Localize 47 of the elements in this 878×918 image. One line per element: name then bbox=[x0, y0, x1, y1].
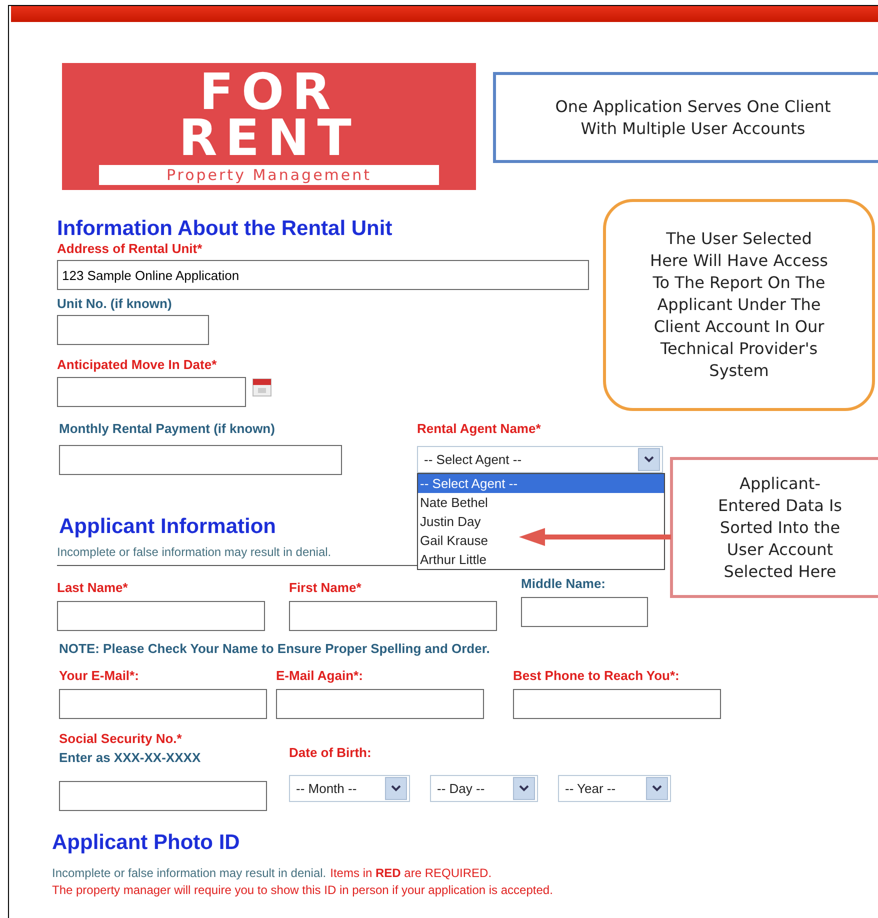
field-label: Rental Agent Name* bbox=[417, 421, 541, 436]
field-label: Best Phone to Reach You*: bbox=[513, 668, 680, 683]
dropdown-select[interactable]: -- Month -- bbox=[289, 775, 410, 802]
contact-input[interactable] bbox=[513, 689, 721, 719]
notice-text: Items in RED are REQUIRED. bbox=[330, 866, 492, 880]
field-label: Last Name* bbox=[57, 580, 128, 595]
calendar-icon[interactable] bbox=[252, 377, 272, 397]
payment-input[interactable] bbox=[59, 445, 342, 475]
address-input[interactable]: 123 Sample Online Application bbox=[57, 260, 589, 290]
caret-icon bbox=[638, 448, 660, 471]
field-label: Middle Name: bbox=[521, 576, 606, 591]
callout-box: One Application Serves One Client With Multiple User Accounts bbox=[493, 72, 878, 163]
section-heading: Applicant Information bbox=[59, 515, 276, 539]
name-note: NOTE: Please Check Your Name to Ensure Proper Spelling and Order. bbox=[59, 641, 490, 656]
dropdown-select[interactable]: -- Select Agent -- bbox=[417, 446, 663, 473]
field-label: Date of Birth: bbox=[289, 745, 372, 760]
caret-icon bbox=[385, 777, 407, 800]
notice-text: The property manager will require you to show this ID in person if your application is accepted. bbox=[52, 883, 553, 897]
notice-text: Incomplete or false information may result in denial. bbox=[52, 866, 326, 880]
name-input[interactable] bbox=[57, 601, 265, 631]
callout-box: Applicant- Entered Data Is Sorted Into the User Account Selected Here bbox=[670, 457, 878, 598]
callout-box: The User Selected Here Will Have Access To The Report On The Applicant Under The Client Account In Our Technical Provider's System bbox=[603, 199, 875, 411]
field-label: Social Security No.* bbox=[59, 731, 182, 746]
section-heading: Information About the Rental Unit bbox=[57, 217, 392, 241]
dropdown-select[interactable]: -- Day -- bbox=[430, 775, 538, 802]
caret-icon bbox=[646, 777, 668, 800]
contact-input[interactable] bbox=[276, 689, 484, 719]
name-input[interactable] bbox=[521, 597, 648, 627]
field-label: Anticipated Move In Date* bbox=[57, 357, 217, 372]
field-label: Your E-Mail*: bbox=[59, 668, 139, 683]
dropdown-select[interactable]: -- Year -- bbox=[558, 775, 671, 802]
date-input[interactable] bbox=[57, 377, 246, 407]
for-rent-logo: FOR RENT Property Management bbox=[62, 63, 476, 190]
contact-input[interactable] bbox=[59, 689, 267, 719]
format-hint: Enter as XXX-XX-XXXX bbox=[59, 750, 201, 765]
field-label: Address of Rental Unit* bbox=[57, 241, 202, 256]
section-heading: Applicant Photo ID bbox=[52, 831, 240, 855]
name-input[interactable] bbox=[289, 601, 497, 631]
ssn-input[interactable] bbox=[59, 781, 267, 811]
field-label: E-Mail Again*: bbox=[276, 668, 363, 683]
field-label: First Name* bbox=[289, 580, 362, 595]
caret-icon bbox=[513, 777, 535, 800]
field-label: Unit No. (if known) bbox=[57, 296, 172, 311]
unit-input[interactable] bbox=[57, 315, 209, 345]
dropdown-option[interactable]: -- Select Agent -- bbox=[418, 474, 664, 493]
field-label: Monthly Rental Payment (if known) bbox=[59, 421, 275, 436]
denial-note: Incomplete or false information may result in denial. bbox=[57, 545, 332, 559]
